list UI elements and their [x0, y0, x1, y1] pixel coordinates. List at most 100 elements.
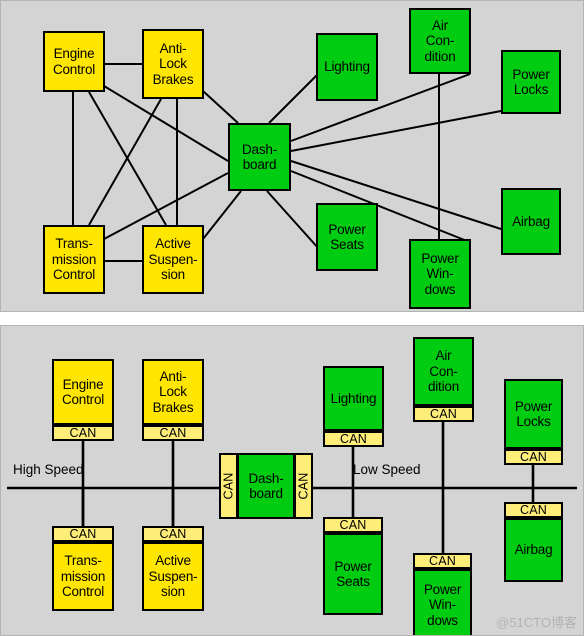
can-connector-air-condition[interactable]: CAN: [413, 406, 474, 422]
node-lighting[interactable]: Lighting: [316, 33, 378, 101]
node-label: Active: [155, 553, 191, 569]
node-label: Active: [155, 236, 191, 252]
node-label: Control: [61, 584, 105, 600]
can-label: CAN: [520, 503, 547, 517]
node-label: Power: [512, 66, 550, 82]
can-label: CAN: [159, 426, 187, 440]
node-label: Con-: [429, 363, 458, 379]
node-label: Power: [328, 221, 366, 237]
bus-node-anti-lock-brakes[interactable]: Anti- Lock Brakes: [142, 359, 204, 425]
can-connector-dashboard-right[interactable]: CAN: [294, 453, 313, 519]
node-label: Locks: [513, 82, 549, 97]
node-label: Locks: [516, 414, 551, 429]
node-label: dows: [424, 281, 456, 297]
node-label: Air: [435, 348, 452, 364]
node-label: Control: [52, 61, 96, 77]
node-label: board: [249, 486, 283, 501]
bus-label-low-speed: Low Speed: [353, 462, 421, 477]
node-label: sion: [161, 267, 185, 283]
node-label: dition: [424, 48, 456, 64]
node-label: Lock: [159, 384, 187, 400]
bus-label-high-speed: High Speed: [13, 462, 84, 477]
node-label: Engine: [53, 46, 95, 61]
bottom-panel-bus-topology: Engine Control CAN Anti- Lock Brakes CAN…: [0, 325, 584, 636]
can-label: CAN: [430, 407, 457, 421]
can-label: CAN: [296, 472, 311, 500]
node-anti-lock-brakes[interactable]: Anti- Lock Brakes: [142, 29, 204, 99]
node-label: Power: [514, 398, 553, 414]
bus-node-power-seats[interactable]: Power Seats: [323, 533, 383, 615]
node-label: mission: [60, 568, 106, 584]
can-label: CAN: [69, 426, 97, 440]
node-label: Brakes: [152, 71, 194, 87]
node-label: Airbag: [512, 213, 550, 229]
node-label: Suspen-: [148, 251, 198, 267]
node-label: Con-: [425, 33, 455, 49]
bus-node-active-suspension[interactable]: Active Suspen- sion: [142, 542, 204, 611]
node-engine-control[interactable]: Engine Control: [43, 31, 105, 92]
node-label: Lighting: [330, 390, 377, 406]
node-label: Airbag: [514, 542, 553, 558]
can-connector-engine-control[interactable]: CAN: [52, 425, 114, 441]
can-connector-lighting[interactable]: CAN: [323, 431, 384, 447]
bus-node-lighting[interactable]: Lighting: [323, 366, 384, 431]
node-label: Anti-: [159, 368, 187, 384]
can-connector-power-seats[interactable]: CAN: [323, 517, 383, 533]
node-label: Control: [61, 392, 105, 407]
can-connector-dashboard-left[interactable]: CAN: [219, 453, 238, 519]
bus-node-dashboard[interactable]: Dash- board: [237, 453, 295, 519]
bus-node-engine-control[interactable]: Engine Control: [52, 359, 114, 425]
can-label: CAN: [429, 554, 456, 568]
node-label: dition: [427, 379, 460, 395]
node-label: Win-: [426, 266, 454, 282]
node-label: Brakes: [152, 399, 194, 415]
node-label: Power: [423, 581, 462, 597]
can-label: CAN: [340, 432, 367, 446]
node-active-suspension[interactable]: Active Suspen- sion: [142, 225, 204, 294]
can-connector-active-suspension[interactable]: CAN: [142, 526, 204, 542]
node-dashboard[interactable]: Dash- board: [228, 123, 291, 191]
bus-node-power-locks[interactable]: Power Locks: [504, 379, 563, 449]
can-connector-power-windows[interactable]: CAN: [413, 553, 472, 569]
watermark: @51CTO博客: [496, 615, 577, 630]
bus-node-transmission-control[interactable]: Trans- mission Control: [52, 542, 114, 611]
node-power-seats[interactable]: Power Seats: [316, 203, 378, 271]
node-label: Lock: [159, 56, 187, 72]
node-label: Lighting: [324, 59, 370, 75]
top-panel-mesh-topology: Engine Control Anti- Lock Brakes Trans- …: [0, 0, 584, 312]
node-label: mission: [51, 251, 97, 267]
node-transmission-control[interactable]: Trans- mission Control: [43, 225, 105, 294]
node-label: Anti-: [159, 40, 187, 56]
node-power-windows[interactable]: Power Win- dows: [409, 239, 471, 309]
bus-node-airbag[interactable]: Airbag: [504, 518, 563, 582]
can-connector-power-locks[interactable]: CAN: [504, 449, 563, 465]
node-label: board: [242, 157, 277, 172]
can-connector-airbag[interactable]: CAN: [504, 502, 563, 518]
node-label: Air: [432, 17, 448, 33]
can-label: CAN: [69, 527, 97, 541]
bus-node-air-condition[interactable]: Air Con- dition: [413, 337, 474, 406]
can-label: CAN: [520, 450, 547, 464]
can-label: CAN: [159, 527, 187, 541]
node-label: Suspen-: [148, 568, 198, 584]
node-air-condition[interactable]: Air Con- dition: [409, 8, 471, 74]
node-airbag[interactable]: Airbag: [501, 188, 561, 255]
node-label: Seats: [330, 237, 364, 252]
diagram-root: Engine Control Anti- Lock Brakes Trans- …: [0, 0, 586, 636]
node-label: Dash-: [248, 470, 284, 486]
node-label: dows: [427, 612, 458, 628]
node-label: Engine: [62, 376, 104, 392]
node-label: Trans-: [64, 553, 102, 569]
node-power-locks[interactable]: Power Locks: [501, 50, 561, 114]
bus-node-power-windows[interactable]: Power Win- dows: [413, 569, 472, 635]
node-label: Power: [334, 558, 372, 574]
can-connector-anti-lock-brakes[interactable]: CAN: [142, 425, 204, 441]
can-connector-transmission-control[interactable]: CAN: [52, 526, 114, 542]
can-label: CAN: [339, 518, 367, 532]
bus-node-dashboard-gateway[interactable]: CAN Dash- board CAN: [219, 453, 313, 519]
node-label: Seats: [336, 574, 370, 589]
node-label: Power: [421, 250, 459, 266]
node-label: Win-: [429, 597, 456, 613]
node-label: Control: [52, 267, 96, 283]
node-label: Dash-: [241, 141, 277, 157]
